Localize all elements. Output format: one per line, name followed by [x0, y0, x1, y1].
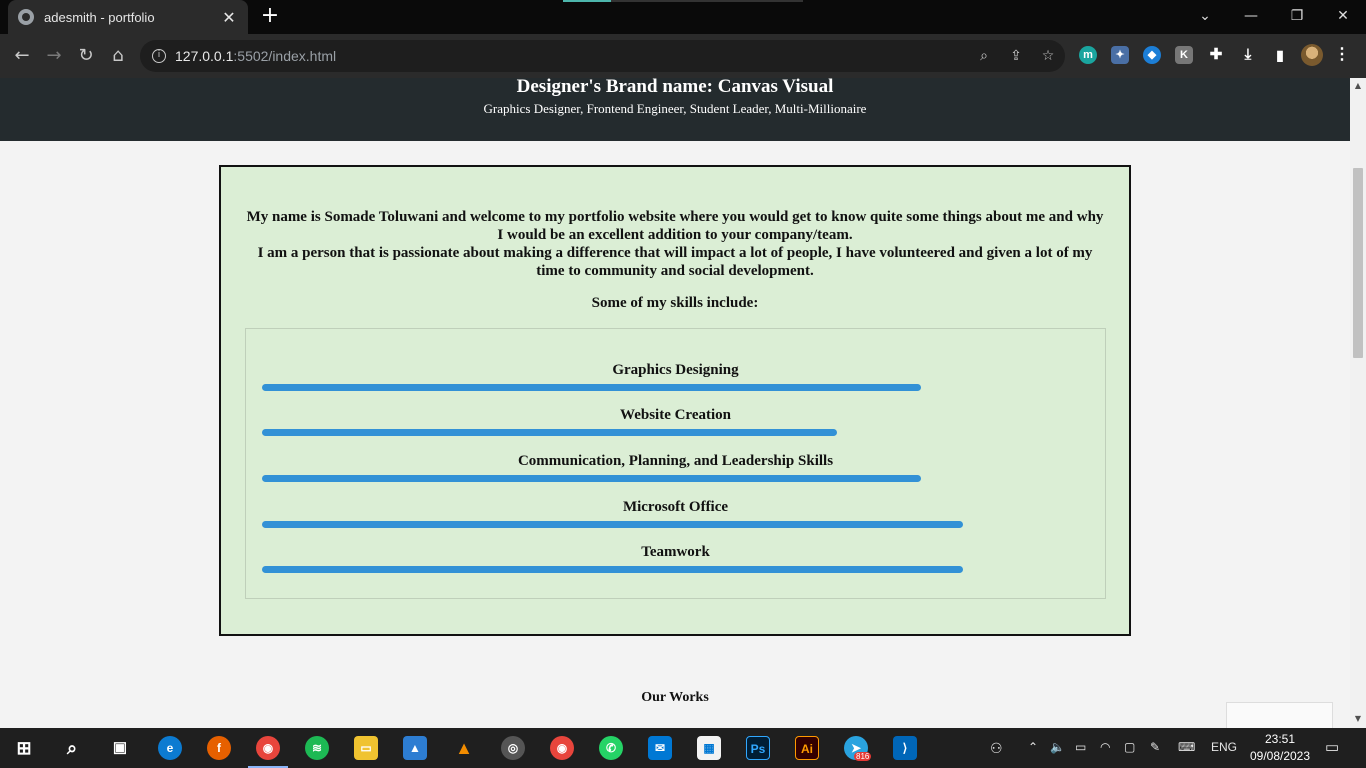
page-scrollbar[interactable]: ▲ ▼	[1350, 78, 1366, 728]
brand-title: Designer's Brand name: Canvas Visual	[516, 78, 834, 97]
tab-close-icon[interactable]: ✕	[220, 8, 238, 27]
whatsapp-icon[interactable]: ✆	[599, 736, 623, 760]
search-icon[interactable]: ⌕	[60, 736, 84, 760]
extension-puzzle-blue-icon[interactable]: ✦	[1111, 46, 1129, 64]
url-path: :5502/index.html	[233, 48, 337, 64]
extensions-puzzle-icon[interactable]: ✚	[1207, 46, 1225, 64]
pen-icon[interactable]: ✎	[1150, 740, 1160, 754]
address-bar[interactable]: i 127.0.0.1:5502/index.html ⌕ ⇪ ☆	[140, 40, 1065, 72]
floating-widget[interactable]	[1226, 702, 1333, 728]
edge-icon[interactable]: e	[158, 736, 182, 760]
vscode-icon[interactable]: ⟩	[893, 736, 917, 760]
share-icon[interactable]: ⇪	[1008, 48, 1024, 64]
camera-icon[interactable]: ▢	[1124, 740, 1135, 754]
close-window-button[interactable]: ✕	[1320, 0, 1366, 34]
info-icon[interactable]: i	[152, 49, 166, 63]
tab-strip-accent	[563, 0, 611, 2]
download-icon[interactable]: ⤓	[1239, 46, 1257, 64]
keyboard-icon[interactable]: ⌨	[1178, 740, 1195, 754]
url-text: 127.0.0.1:5502/index.html	[175, 48, 336, 64]
windows-start-icon[interactable]: ⊞	[12, 736, 36, 760]
new-tab-button[interactable]: +	[259, 4, 281, 28]
site-header: Designer's Brand name: Canvas Visual Gra…	[0, 78, 1350, 141]
browser-tab[interactable]: adesmith - portfolio ✕	[8, 0, 248, 34]
intro-paragraph-2: I am a person that is passionate about m…	[257, 245, 1093, 279]
intro-text: My name is Somade Toluwani and welcome t…	[221, 167, 1129, 280]
minimize-button[interactable]: —	[1228, 0, 1274, 34]
extension-m-icon[interactable]: m	[1079, 46, 1097, 64]
skill-progress-bar	[262, 566, 963, 573]
skill-label: Microsoft Office	[622, 499, 729, 515]
clock-time: 23:51	[1264, 732, 1296, 746]
tab-strip-divider	[611, 0, 803, 2]
chrome-icon[interactable]: ◉	[256, 736, 280, 760]
system-clock[interactable]: 23:51 09/08/2023	[1244, 731, 1316, 765]
chevron-up-icon[interactable]: ⌃	[1028, 740, 1038, 754]
brand-subtitle: Graphics Designer, Frontend Engineer, St…	[483, 101, 867, 116]
scroll-thumb[interactable]	[1353, 168, 1363, 358]
task-view-icon[interactable]: ▣	[108, 736, 132, 760]
skills-heading: Some of my skills include:	[591, 295, 759, 311]
tab-search-icon[interactable]: ⌄	[1182, 0, 1228, 34]
store-icon[interactable]: ▦	[697, 736, 721, 760]
about-section: My name is Somade Toluwani and welcome t…	[219, 165, 1131, 636]
extension-grey-icon[interactable]: K	[1175, 46, 1193, 64]
skill-label: Graphics Designing	[612, 362, 739, 378]
reload-icon[interactable]: ↻	[74, 44, 98, 68]
side-panel-icon[interactable]: ▮	[1271, 46, 1289, 64]
skill-progress-bar	[262, 521, 963, 528]
skill-progress-bar	[262, 384, 921, 391]
scroll-down-icon[interactable]: ▼	[1353, 714, 1363, 724]
kebab-menu-icon[interactable]: ⋮	[1333, 46, 1351, 64]
chrome-profile-icon[interactable]: ◉	[550, 736, 574, 760]
tab-title: adesmith - portfolio	[44, 9, 155, 25]
vlc-icon[interactable]: ▲	[452, 736, 476, 760]
skill-label: Teamwork	[641, 544, 710, 560]
clock-date: 09/08/2023	[1249, 749, 1311, 763]
scroll-up-icon[interactable]: ▲	[1353, 81, 1363, 91]
url-host: 127.0.0.1	[175, 48, 234, 64]
browser-tab-bar: adesmith - portfolio ✕ + ⌄ — ❐ ✕	[0, 0, 1366, 34]
windows-taskbar: ⊞ ⌕ ▣ e f ◉ ≋ ▭ ▲ ▲ ◎ ◉ ✆ ✉ ▦ Ps Ai ➤ 81…	[0, 728, 1366, 768]
back-arrow-icon[interactable]: ←	[10, 44, 34, 68]
photos-icon[interactable]: ▲	[403, 736, 427, 760]
globe-icon	[18, 9, 34, 25]
zoom-icon[interactable]: ⌕	[976, 48, 992, 64]
forward-arrow-icon[interactable]: →	[42, 44, 66, 68]
skills-list: Graphics Designing Website Creation Comm…	[245, 328, 1106, 599]
battery-icon[interactable]: ▭	[1075, 740, 1086, 754]
skill-label: Communication, Planning, and Leadership …	[517, 453, 834, 469]
skill-item: Teamwork	[246, 543, 1105, 573]
bookmark-star-icon[interactable]: ☆	[1040, 48, 1056, 64]
spotify-icon[interactable]: ≋	[305, 736, 329, 760]
restore-button[interactable]: ❐	[1274, 0, 1320, 34]
skill-item: Communication, Planning, and Leadership …	[246, 452, 1105, 482]
people-icon[interactable]: ⚇	[990, 740, 1003, 757]
mail-icon[interactable]: ✉	[648, 736, 672, 760]
wifi-icon[interactable]: ◠	[1100, 740, 1110, 754]
our-works-heading: Our Works	[641, 690, 709, 705]
illustrator-icon[interactable]: Ai	[795, 736, 819, 760]
extension-vpn-icon[interactable]: ◆	[1143, 46, 1161, 64]
browser-toolbar: ← → ↻ ⌂ i 127.0.0.1:5502/index.html ⌕ ⇪ …	[0, 34, 1366, 78]
firefox-icon[interactable]: f	[207, 736, 231, 760]
skill-progress-bar	[262, 429, 837, 436]
file-explorer-icon[interactable]: ▭	[354, 736, 378, 760]
volume-icon[interactable]: 🔈	[1050, 740, 1065, 754]
skill-item: Website Creation	[246, 406, 1105, 436]
skill-item: Graphics Designing	[246, 361, 1105, 391]
page-viewport: Designer's Brand name: Canvas Visual Gra…	[0, 78, 1350, 728]
profile-avatar[interactable]	[1301, 44, 1323, 66]
photoshop-icon[interactable]: Ps	[746, 736, 770, 760]
intro-paragraph-1: My name is Somade Toluwani and welcome t…	[246, 209, 1104, 243]
skill-progress-bar	[262, 475, 921, 482]
language-indicator[interactable]: ENG	[1211, 740, 1237, 754]
media-player-icon[interactable]: ◎	[501, 736, 525, 760]
telegram-badge: 816	[854, 752, 872, 761]
notification-icon[interactable]: ▭	[1325, 738, 1339, 756]
home-icon[interactable]: ⌂	[106, 44, 130, 68]
skill-item: Microsoft Office	[246, 498, 1105, 528]
skill-label: Website Creation	[620, 407, 731, 423]
